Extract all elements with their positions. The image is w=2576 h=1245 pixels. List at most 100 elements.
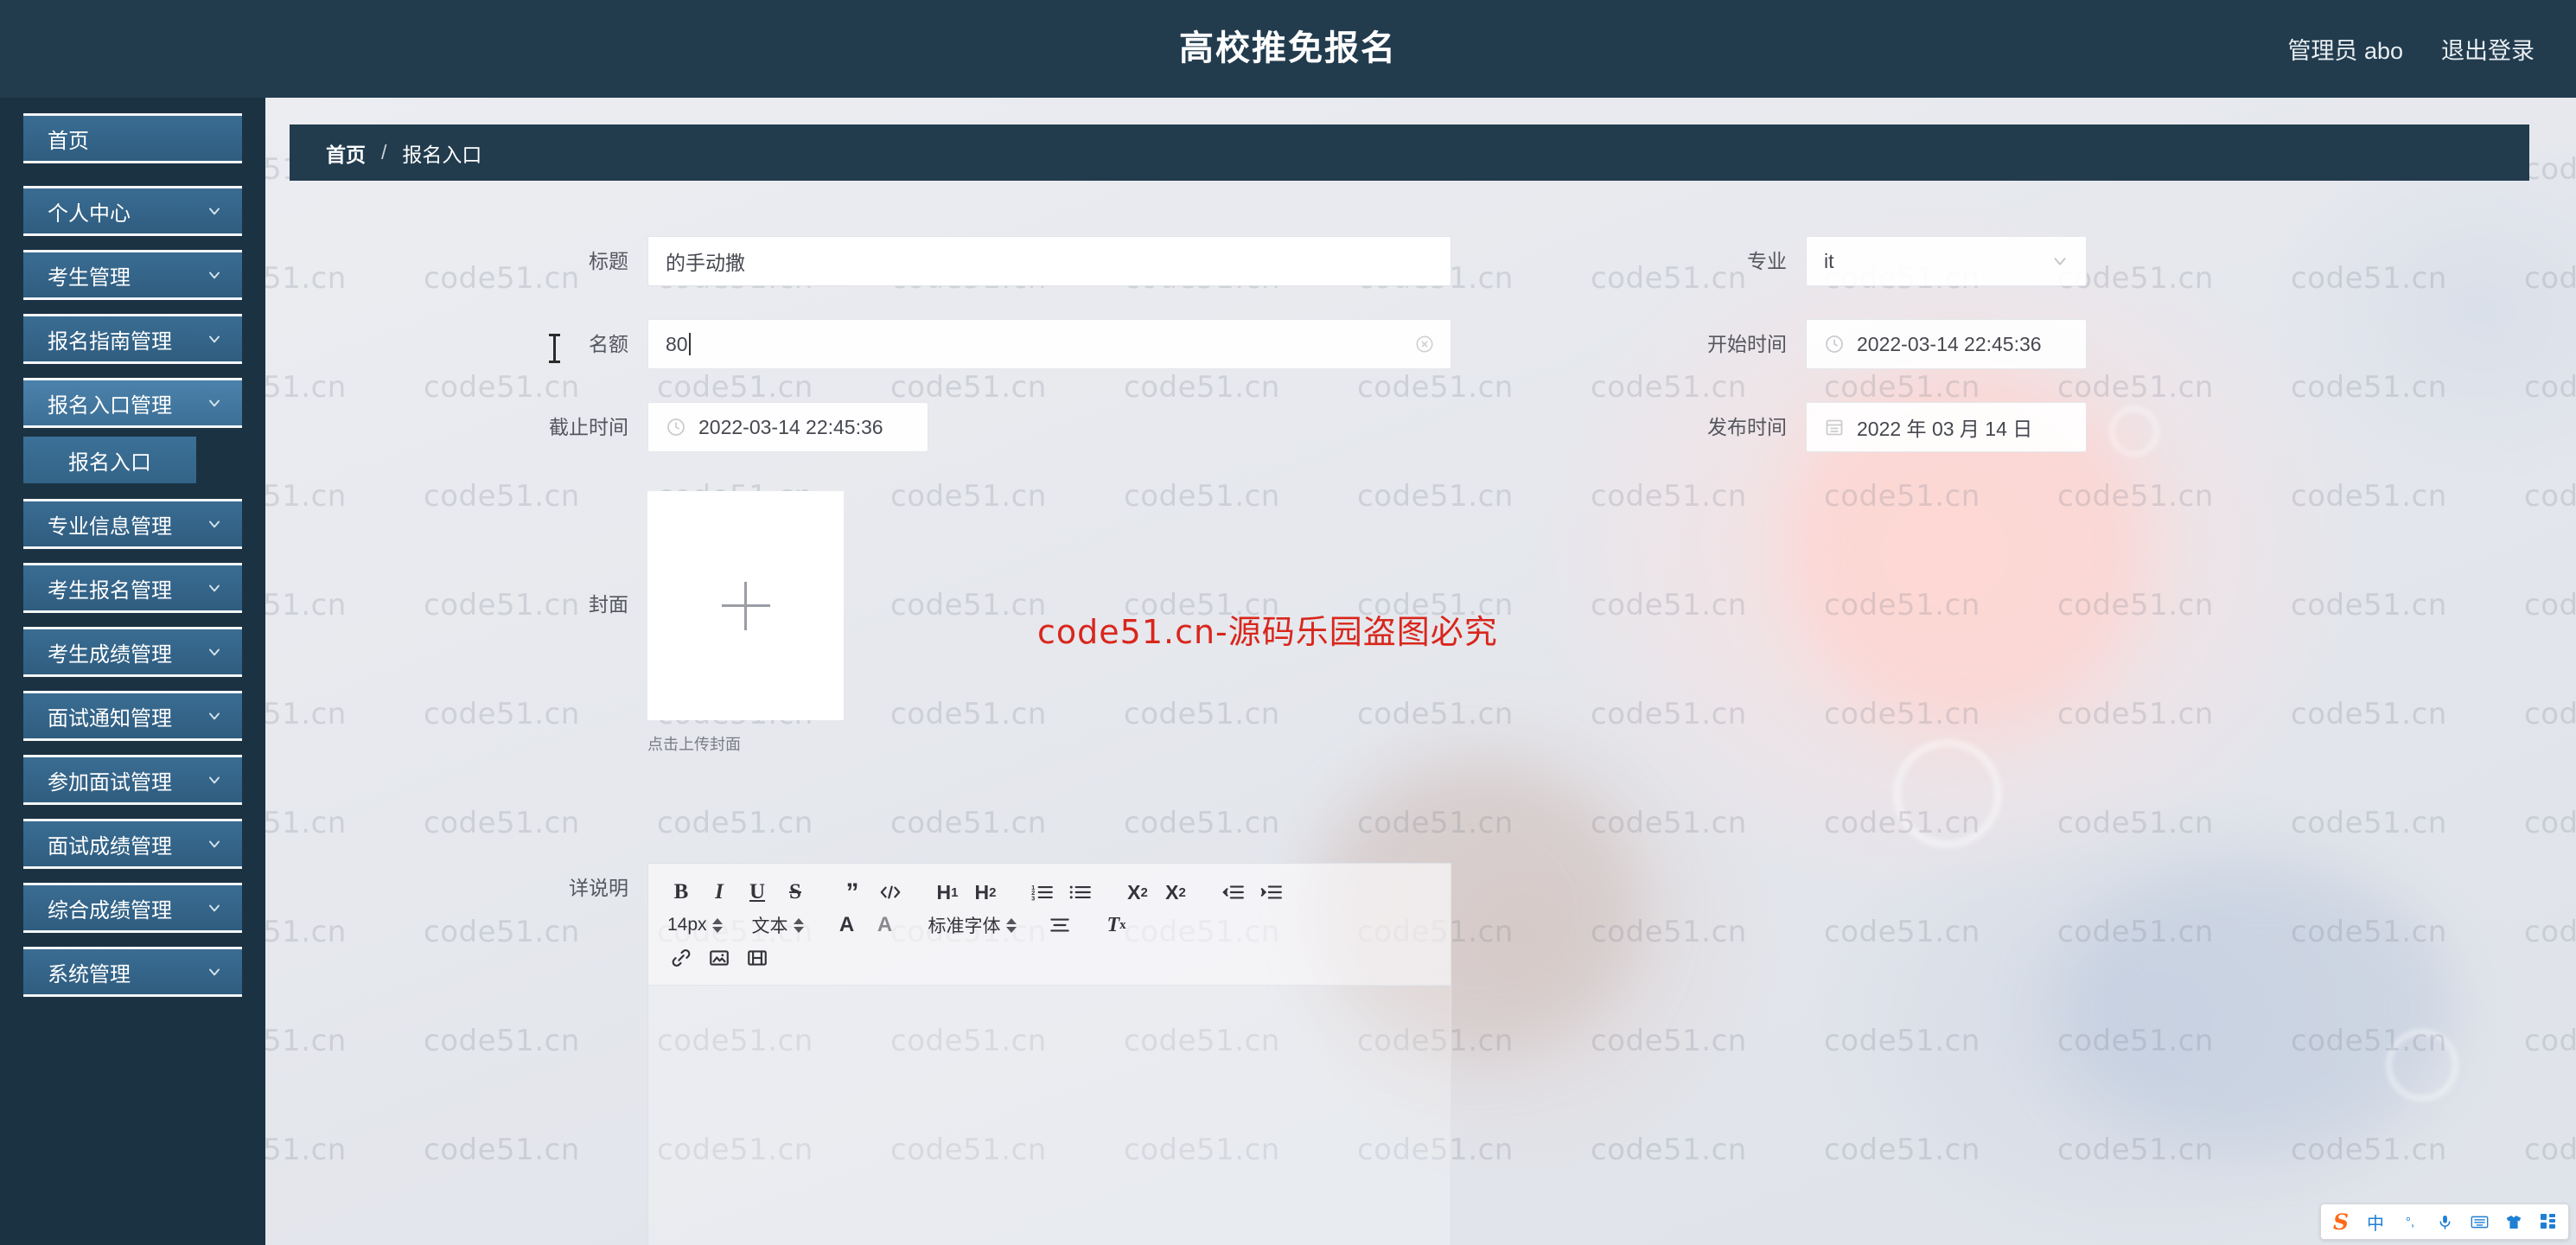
sidebar-item-9[interactable]: 参加面试管理 xyxy=(23,755,242,805)
form-row-major: 专业 it xyxy=(1614,236,2087,286)
main-content: 首页 / 报名入口 标题 的手动撒 专业 it 名额 80 开始时间 2022-… xyxy=(265,98,2576,1245)
chevron-down-icon xyxy=(206,643,223,661)
chevron-down-icon xyxy=(206,394,223,412)
subscript-icon[interactable]: X2 xyxy=(1119,876,1157,909)
spinner-icon xyxy=(711,917,723,933)
page-title: 高校推免报名 xyxy=(1179,29,1397,67)
current-user-label: 管理员 abo xyxy=(2287,38,2403,64)
sidebar-item-11[interactable]: 综合成绩管理 xyxy=(23,883,242,933)
font-color-icon[interactable]: A xyxy=(828,909,866,942)
sidebar-item-8[interactable]: 面试通知管理 xyxy=(23,691,242,741)
language-mode-icon[interactable]: 中 xyxy=(2362,1209,2388,1235)
major-label: 专业 xyxy=(1747,250,1787,272)
major-select[interactable]: it xyxy=(1806,236,2087,286)
title-input[interactable]: 的手动撒 xyxy=(647,236,1451,286)
cover-upload-box[interactable] xyxy=(647,491,844,720)
publish-time-value: 2022 年 03 月 14 日 xyxy=(1857,418,2033,440)
sidebar-item-label: 专业信息管理 xyxy=(48,514,172,539)
sidebar-item-2[interactable]: 考生管理 xyxy=(23,250,242,300)
blockquote-icon[interactable]: ” xyxy=(833,876,871,909)
sidebar-item-0[interactable]: 首页 xyxy=(23,113,242,163)
sidebar-item-12[interactable]: 系统管理 xyxy=(23,947,242,997)
publish-time-label: 发布时间 xyxy=(1707,416,1787,438)
heading-1-icon[interactable]: H1 xyxy=(928,876,966,909)
toolbox-grid-icon[interactable] xyxy=(2535,1209,2561,1235)
align-icon[interactable] xyxy=(1041,909,1079,942)
editor-content-area[interactable] xyxy=(648,986,1451,1245)
sidebar-item-label: 综合成绩管理 xyxy=(48,898,172,923)
sidebar-item-1[interactable]: 个人中心 xyxy=(23,186,242,236)
sidebar-item-6[interactable]: 考生报名管理 xyxy=(23,563,242,613)
sidebar-item-label: 报名入口管理 xyxy=(48,393,172,418)
chevron-down-icon xyxy=(206,579,223,597)
sidebar-item-label: 参加面试管理 xyxy=(48,770,172,795)
ordered-list-icon[interactable]: 123 xyxy=(1023,876,1062,909)
major-field-wrap: it xyxy=(1806,236,2087,286)
start-time-field-wrap: 2022-03-14 22:45:36 xyxy=(1806,319,2087,369)
sidebar-item-label: 个人中心 xyxy=(48,201,131,226)
voice-input-icon[interactable] xyxy=(2432,1209,2458,1235)
cover-field-wrap: 点击上传封面 xyxy=(647,491,844,755)
sidebar-item-label: 系统管理 xyxy=(48,962,131,986)
publish-time-input[interactable]: 2022 年 03 月 14 日 xyxy=(1806,402,2087,452)
quota-field-wrap: 80 xyxy=(647,319,1451,369)
calendar-icon xyxy=(1824,417,1845,437)
background-color-icon[interactable]: A xyxy=(866,909,904,942)
skin-icon[interactable] xyxy=(2501,1209,2527,1235)
cover-label: 封面 xyxy=(589,593,628,616)
title-input-value: 的手动撒 xyxy=(666,252,745,274)
text-style-select[interactable]: 文本 xyxy=(747,909,809,942)
bold-icon[interactable]: B xyxy=(662,876,700,909)
start-time-value: 2022-03-14 22:45:36 xyxy=(1857,332,2042,355)
insert-image-icon[interactable] xyxy=(700,942,738,974)
svg-text:3: 3 xyxy=(1031,895,1035,902)
end-time-label: 截止时间 xyxy=(549,416,628,438)
ime-toolbar: S 中 °, xyxy=(2320,1204,2569,1240)
breadcrumb-separator: / xyxy=(381,141,387,163)
chevron-down-icon xyxy=(2050,252,2069,271)
sidebar-item-7[interactable]: 考生成绩管理 xyxy=(23,627,242,677)
italic-icon[interactable]: I xyxy=(700,876,738,909)
end-time-field-wrap: 2022-03-14 22:45:36 xyxy=(647,402,928,452)
quota-input[interactable]: 80 xyxy=(647,319,1451,369)
sidebar-subitem-registration-entry[interactable]: 报名入口 xyxy=(23,437,196,483)
clear-format-icon[interactable]: Tx xyxy=(1098,909,1136,942)
font-family-value: 标准字体 xyxy=(928,916,1001,936)
top-header-bar: 高校推免报名 管理员 abo 退出登录 xyxy=(0,0,2576,98)
form-row-cover: 封面 点击上传封面 xyxy=(265,491,844,755)
sidebar-item-label: 面试通知管理 xyxy=(48,706,172,731)
outdent-icon[interactable] xyxy=(1214,876,1252,909)
strikethrough-icon[interactable]: S xyxy=(776,876,814,909)
chevron-down-icon xyxy=(206,330,223,348)
underline-icon[interactable]: U xyxy=(738,876,776,909)
insert-link-icon[interactable] xyxy=(662,942,700,974)
indent-icon[interactable] xyxy=(1252,876,1290,909)
sogou-logo-icon[interactable]: S xyxy=(2328,1209,2354,1235)
bullet-list-icon[interactable] xyxy=(1062,876,1100,909)
major-select-value: it xyxy=(1824,249,1834,272)
start-time-input[interactable]: 2022-03-14 22:45:36 xyxy=(1806,319,2087,369)
chevron-down-icon xyxy=(206,707,223,725)
logout-link[interactable]: 退出登录 xyxy=(2441,32,2535,66)
code-block-icon[interactable] xyxy=(871,876,909,909)
rich-text-editor: B I U S ” H1 H2 1 2 3 X 2 X 2 14px 文本 A … xyxy=(647,863,1451,1245)
sidebar-item-4[interactable]: 报名入口管理 xyxy=(23,378,242,428)
font-size-select[interactable]: 14px xyxy=(662,909,728,942)
font-family-select[interactable]: 标准字体 xyxy=(923,909,1022,942)
title-field-wrap: 的手动撒 xyxy=(647,236,1451,286)
text-cursor-pointer xyxy=(549,334,560,363)
end-time-input[interactable]: 2022-03-14 22:45:36 xyxy=(647,402,928,452)
sidebar-item-10[interactable]: 面试成绩管理 xyxy=(23,819,242,869)
insert-video-icon[interactable] xyxy=(738,942,776,974)
sidebar-item-5[interactable]: 专业信息管理 xyxy=(23,499,242,549)
sidebar-item-3[interactable]: 报名指南管理 xyxy=(23,314,242,364)
breadcrumb-home[interactable]: 首页 xyxy=(326,138,366,168)
punctuation-mode-icon[interactable]: °, xyxy=(2397,1209,2423,1235)
soft-keyboard-icon[interactable] xyxy=(2466,1209,2492,1235)
sidebar-subitem-label: 报名入口 xyxy=(68,450,151,475)
sidebar-item-label: 考生成绩管理 xyxy=(48,642,172,667)
superscript-icon[interactable]: X2 xyxy=(1157,876,1195,909)
sidebar-item-label: 考生管理 xyxy=(48,265,131,290)
heading-2-icon[interactable]: H2 xyxy=(966,876,1004,909)
clear-icon[interactable] xyxy=(1415,335,1434,354)
